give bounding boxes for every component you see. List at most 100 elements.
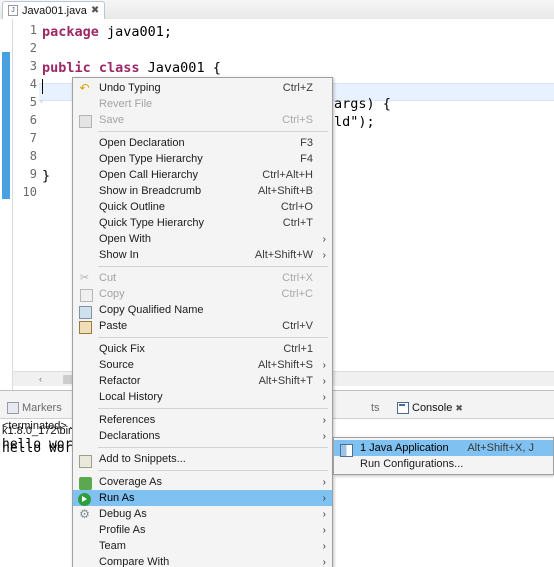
line-number: 6 <box>29 113 37 127</box>
menu-item-label: Open Declaration <box>99 137 185 149</box>
menu-item-label: Profile As <box>99 524 146 536</box>
menu-item-open-declaration[interactable]: Open Declaration F3 <box>73 135 332 151</box>
menu-item-label: Compare With <box>99 556 170 567</box>
view-tab-label: Console <box>412 402 453 414</box>
menu-item-debug-as[interactable]: ⚙ Debug As › <box>73 506 332 522</box>
menu-item-label: Source <box>99 359 134 371</box>
submenu-arrow-icon: › <box>322 375 326 387</box>
debug-icon: ⚙ <box>79 507 90 521</box>
submenu-arrow-icon: › <box>322 476 326 488</box>
menu-item-label: Quick Fix <box>99 343 145 355</box>
editor-tab-java001[interactable]: J Java001.java ✖ <box>2 1 106 19</box>
submenu-item-label: 1 Java Application <box>360 442 449 454</box>
markers-icon <box>7 402 19 414</box>
menu-item-shortcut: Alt+Shift+S <box>257 359 313 371</box>
menu-item-undo-typing[interactable]: ↶ Undo Typing Ctrl+Z <box>73 80 332 96</box>
code-line: public class Java001 { <box>42 59 221 77</box>
menu-separator <box>75 337 328 338</box>
menu-item-label: Copy Qualified Name <box>99 304 204 316</box>
editor-annotation-ruler[interactable] <box>0 19 13 390</box>
submenu-arrow-icon: › <box>322 540 326 552</box>
eclipse-ide-window: J Java001.java ✖ 1 2 3 4 5 6 7 8 9 10 ◦ package ja… <box>0 0 554 567</box>
menu-item-shortcut: Alt+Shift+T <box>258 375 313 387</box>
menu-separator <box>75 408 328 409</box>
view-tab-markers[interactable]: Markers <box>2 399 67 417</box>
menu-item-shortcut: Alt+Shift+B <box>257 185 313 197</box>
annotation-marker <box>2 52 10 199</box>
menu-item-profile-as[interactable]: Profile As › <box>73 522 332 538</box>
menu-item-quick-fix[interactable]: Quick Fix Ctrl+1 <box>73 341 332 357</box>
menu-item-label: Add to Snippets... <box>99 453 186 465</box>
line-number: 9 <box>29 167 37 181</box>
menu-separator <box>75 266 328 267</box>
menu-item-quick-type-hierarchy[interactable]: Quick Type Hierarchy Ctrl+T <box>73 215 332 231</box>
menu-item-label: Team <box>99 540 126 552</box>
menu-item-copy: Copy Ctrl+C <box>73 286 332 302</box>
menu-item-references[interactable]: References › <box>73 412 332 428</box>
text-caret <box>42 79 43 94</box>
menu-item-shortcut: Ctrl+Z <box>282 82 313 94</box>
copy-icon <box>80 289 93 302</box>
console-output-left: hello wor <box>2 437 73 452</box>
menu-item-label: Paste <box>99 320 128 332</box>
menu-item-shortcut: Ctrl+T <box>282 217 313 229</box>
line-number-gutter: 1 2 3 4 5 6 7 8 9 10 ◦ <box>13 19 43 390</box>
editor-tab-bar: J Java001.java ✖ <box>0 0 554 20</box>
close-icon[interactable]: ✖ <box>91 5 99 16</box>
menu-item-team[interactable]: Team › <box>73 538 332 554</box>
menu-separator <box>75 470 328 471</box>
code-line: package java001; <box>42 23 172 41</box>
submenu-item-run-configurations[interactable]: Run Configurations... <box>334 456 553 472</box>
menu-separator <box>75 131 328 132</box>
submenu-arrow-icon: › <box>322 556 326 567</box>
submenu-item-label: Run Configurations... <box>360 458 464 470</box>
line-number: 8 <box>29 149 37 163</box>
scroll-left-icon[interactable]: ‹ <box>39 374 42 384</box>
undo-icon: ↶ <box>79 81 90 95</box>
menu-item-label: Run As <box>99 492 135 504</box>
menu-item-copy-qualified-name[interactable]: Copy Qualified Name <box>73 302 332 319</box>
close-icon[interactable]: ✖ <box>455 403 463 414</box>
menu-item-show-in[interactable]: Show In Alt+Shift+W › <box>73 247 332 263</box>
run-as-submenu[interactable]: 1 Java Application Alt+Shift+X, J Run Conf… <box>333 437 554 475</box>
code-token: java001; <box>107 24 173 40</box>
menu-item-run-as[interactable]: Run As › <box>73 490 332 506</box>
view-tab-fragment[interactable]: ts <box>366 399 385 417</box>
run-icon <box>78 493 91 506</box>
menu-item-revert-file: Revert File <box>73 96 332 112</box>
view-tab-console[interactable]: Console ✖ <box>392 399 468 417</box>
menu-item-paste[interactable]: Paste Ctrl+V <box>73 318 332 334</box>
menu-item-source[interactable]: Source Alt+Shift+S › <box>73 357 332 373</box>
menu-item-quick-outline[interactable]: Quick Outline Ctrl+O <box>73 199 332 215</box>
line-number: 2 <box>29 41 37 55</box>
save-icon <box>79 115 92 128</box>
menu-item-open-call-hierarchy[interactable]: Open Call Hierarchy Ctrl+Alt+H <box>73 167 332 183</box>
menu-item-refactor[interactable]: Refactor Alt+Shift+T › <box>73 373 332 389</box>
menu-item-cut: ✂ Cut Ctrl+X <box>73 270 332 286</box>
line-number: 10 <box>22 185 37 199</box>
snippets-icon <box>79 455 92 468</box>
menu-item-declarations[interactable]: Declarations › <box>73 428 332 444</box>
menu-item-shortcut: F4 <box>300 153 313 165</box>
menu-item-label: Cut <box>99 272 117 284</box>
coverage-icon <box>79 477 92 490</box>
menu-item-label: Quick Outline <box>99 201 166 213</box>
menu-item-label: Open Type Hierarchy <box>99 153 203 165</box>
submenu-arrow-icon: › <box>322 430 326 442</box>
menu-item-show-in-breadcrumb[interactable]: Show in Breadcrumb Alt+Shift+B <box>73 183 332 199</box>
submenu-item-1-java-application[interactable]: 1 Java Application Alt+Shift+X, J <box>334 440 553 457</box>
menu-item-shortcut: Ctrl+Alt+H <box>262 169 313 181</box>
menu-item-coverage-as[interactable]: Coverage As › <box>73 474 332 490</box>
menu-item-label: Debug As <box>99 508 147 520</box>
code-token: package <box>42 24 108 40</box>
cut-icon: ✂ <box>79 272 90 284</box>
submenu-arrow-icon: › <box>322 391 326 403</box>
menu-item-open-type-hierarchy[interactable]: Open Type Hierarchy F4 <box>73 151 332 167</box>
menu-item-compare-with[interactable]: Compare With › <box>73 554 332 567</box>
java-file-icon: J <box>8 5 18 16</box>
menu-item-local-history[interactable]: Local History › <box>73 389 332 405</box>
menu-item-open-with[interactable]: Open With › <box>73 231 332 247</box>
menu-item-add-to-snippets[interactable]: Add to Snippets... <box>73 451 332 468</box>
editor-context-menu[interactable]: ↶ Undo Typing Ctrl+Z Revert File Save Ctrl+S O… <box>72 77 333 567</box>
menu-item-shortcut: Ctrl+O <box>280 201 313 213</box>
